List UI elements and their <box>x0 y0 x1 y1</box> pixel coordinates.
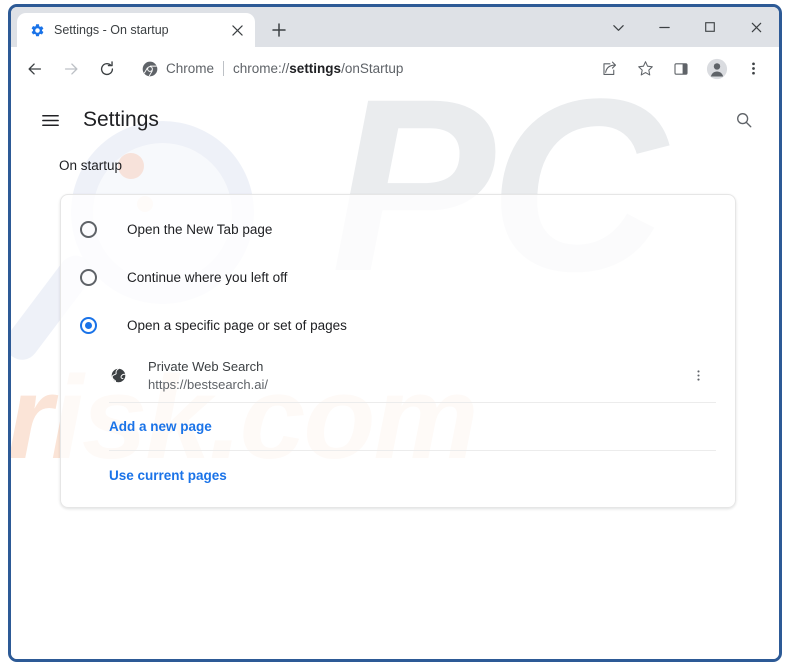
startup-page-three-dot-menu-icon[interactable] <box>684 362 712 390</box>
startup-page-info: Private Web Search https://bestsearch.ai… <box>148 359 684 392</box>
startup-option-new-tab[interactable]: Open the New Tab page <box>61 205 735 253</box>
tab-title: Settings - On startup <box>54 23 227 37</box>
url-bold-segment: settings <box>289 61 341 76</box>
startup-option-label: Open the New Tab page <box>127 222 272 237</box>
settings-gear-icon <box>29 22 45 38</box>
startup-option-continue[interactable]: Continue where you left off <box>61 253 735 301</box>
page-title: Settings <box>83 108 727 132</box>
forward-arrow-icon <box>56 54 86 84</box>
url-prefix: chrome:// <box>233 61 289 76</box>
search-icon[interactable] <box>727 103 761 137</box>
close-window-button[interactable] <box>733 8 779 46</box>
browser-tab[interactable]: Settings - On startup <box>17 13 255 47</box>
minimize-button[interactable] <box>641 8 687 46</box>
globe-icon <box>109 367 127 385</box>
startup-option-label: Open a specific page or set of pages <box>127 318 347 333</box>
settings-header: Settings <box>11 91 779 149</box>
radio-indicator[interactable] <box>80 221 97 238</box>
window-controls <box>595 7 779 47</box>
tab-strip: Settings - On startup <box>11 7 779 47</box>
url-suffix: /onStartup <box>341 61 403 76</box>
share-icon[interactable] <box>594 54 624 84</box>
startup-option-specific-pages[interactable]: Open a specific page or set of pages <box>61 301 735 349</box>
profile-avatar-icon[interactable] <box>702 54 732 84</box>
browser-window: Settings - On startup <box>8 4 782 662</box>
startup-page-row: Private Web Search https://bestsearch.ai… <box>109 349 716 403</box>
add-new-page-label: Add a new page <box>109 419 212 434</box>
omnibox-scheme-label: Chrome <box>166 61 214 76</box>
address-bar[interactable]: Chrome chrome://settings/onStartup <box>131 55 583 83</box>
omnibox-url: chrome://settings/onStartup <box>233 61 403 76</box>
use-current-pages-label: Use current pages <box>109 468 227 483</box>
close-icon[interactable] <box>227 20 247 40</box>
side-panel-icon[interactable] <box>666 54 696 84</box>
section-heading: On startup <box>59 158 779 173</box>
add-new-page-button[interactable]: Add a new page <box>109 403 716 451</box>
chrome-logo-icon <box>141 60 158 77</box>
radio-indicator-selected[interactable] <box>80 317 97 334</box>
maximize-button[interactable] <box>687 8 733 46</box>
use-current-pages-button[interactable]: Use current pages <box>109 451 716 499</box>
radio-indicator[interactable] <box>80 269 97 286</box>
three-dot-menu-icon[interactable] <box>738 54 768 84</box>
on-startup-card: Open the New Tab page Continue where you… <box>60 194 736 508</box>
browser-toolbar: Chrome chrome://settings/onStartup <box>11 47 779 91</box>
new-tab-button[interactable] <box>265 16 293 44</box>
startup-option-label: Continue where you left off <box>127 270 287 285</box>
reload-icon[interactable] <box>92 54 122 84</box>
startup-page-url: https://bestsearch.ai/ <box>148 377 684 392</box>
tab-search-chevron-down-icon[interactable] <box>595 8 641 46</box>
hamburger-menu-icon[interactable] <box>33 103 67 137</box>
back-arrow-icon[interactable] <box>20 54 50 84</box>
omnibox-divider <box>223 61 224 76</box>
settings-page: PC risk.com Settings On startup Open th <box>11 91 779 660</box>
star-icon[interactable] <box>630 54 660 84</box>
startup-page-name: Private Web Search <box>148 359 684 374</box>
